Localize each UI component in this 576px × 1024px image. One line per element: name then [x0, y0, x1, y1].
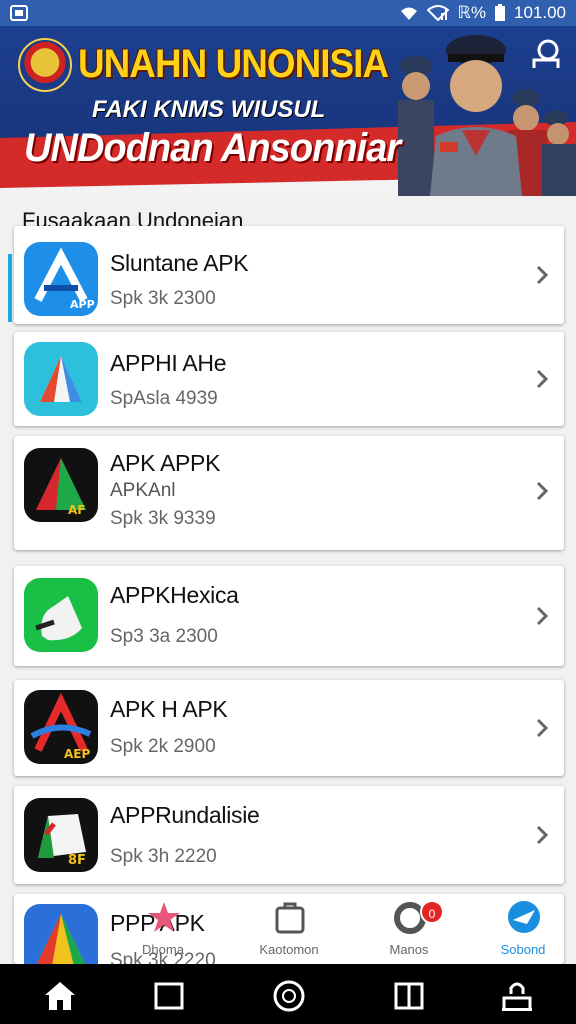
wifi-strength-icon: [427, 5, 450, 21]
notification-icon: [10, 5, 28, 21]
tab-dhoma[interactable]: Dhoma: [108, 900, 218, 960]
tab-label: Sobond: [500, 942, 546, 957]
chevron-right-icon: [536, 718, 549, 738]
chevron-right-icon: [536, 369, 549, 389]
svg-text:AF: AF: [68, 503, 85, 517]
star-icon: [148, 902, 180, 932]
emblem-logo: [18, 38, 72, 92]
lock-icon[interactable]: [500, 980, 534, 1012]
recent-apps-icon[interactable]: [152, 980, 186, 1012]
tab-sobond[interactable]: Sobond: [468, 900, 576, 960]
apk-a-teal-icon: [24, 342, 98, 416]
list-item[interactable]: APPHI AHe SpAsla 4939: [14, 332, 564, 426]
status-bar: ℝ% 101.00: [0, 0, 576, 26]
chevron-right-icon: [536, 265, 549, 285]
app-meta: Spk 3k 2300: [110, 288, 216, 309]
status-icons: ℝ% 101.00: [399, 3, 566, 23]
app-name: APPKHexica: [110, 582, 239, 608]
tab-label: Kaotomon: [259, 942, 319, 957]
list-item[interactable]: AF APK APPK APKAnl Spk 3k 9339: [14, 436, 564, 550]
tab-label: Dhoma: [142, 942, 184, 957]
app-meta: Spk 3h 2220: [110, 846, 217, 867]
app-meta: SpAsla 4939: [110, 388, 218, 409]
chevron-right-icon: [536, 606, 549, 626]
apk-dark-green-icon: 8F: [24, 798, 98, 872]
wifi-icon: [401, 7, 418, 20]
tab-kaotomon[interactable]: Kaotomon: [234, 900, 344, 960]
banner-subtitle: FAKI KNMS WIUSUL: [92, 96, 326, 123]
app-name: APPRundalisie: [110, 802, 260, 828]
apk-a-red-icon: AEP: [24, 690, 98, 764]
list-item[interactable]: 8F APPRundalisie Spk 3h 2220: [14, 786, 564, 884]
app-meta: Sp3 3a 2300: [110, 626, 218, 647]
banner-slogan: UNDodnan Ansonniar: [24, 126, 401, 170]
chevron-right-icon: [536, 825, 549, 845]
banner-title: UNAHN UNONISIA: [78, 42, 389, 86]
assistant-icon[interactable]: [272, 980, 306, 1012]
signal-text: ℝ%: [457, 3, 486, 22]
notification-badge: 0: [420, 900, 444, 924]
tab-label: Manos: [389, 942, 429, 957]
plane-icon: [508, 901, 540, 933]
app-name: APPHI AHe: [110, 350, 227, 376]
promo-banner[interactable]: UNAHN UNONISIA FAKI KNMS WIUSUL UNDodnan…: [0, 26, 576, 196]
chevron-right-icon: [536, 481, 549, 501]
search-icon[interactable]: [528, 38, 562, 72]
apk-a-dark-icon: AF: [24, 448, 98, 522]
svg-text:AEP: AEP: [64, 747, 90, 761]
home-icon[interactable]: [43, 980, 77, 1012]
book-icon[interactable]: [392, 980, 426, 1012]
app-meta: Spk 3k 9339: [110, 508, 216, 529]
apk-a-blue-icon: APP: [24, 242, 98, 316]
battery-icon: [495, 4, 505, 21]
app-name: APK H APK: [110, 696, 228, 722]
apk-green-icon: [24, 578, 98, 652]
apk-a-rainbow-icon: [24, 904, 98, 964]
selected-indicator: [8, 254, 12, 322]
bag-icon: [275, 902, 305, 934]
app-name: Sluntane APK: [110, 250, 249, 276]
app-name: APK APPK: [110, 450, 221, 476]
app-meta: Spk 2k 2900: [110, 736, 216, 757]
svg-text:APP: APP: [70, 298, 95, 311]
svg-text:8F: 8F: [68, 853, 86, 868]
system-nav-bar: [0, 964, 576, 1024]
list-item[interactable]: AEP APK H APK Spk 2k 2900: [14, 680, 564, 776]
clock: 101.00: [514, 3, 566, 22]
tab-manos[interactable]: 0 Manos: [354, 900, 464, 960]
list-item[interactable]: APP Sluntane APK Spk 3k 2300: [8, 226, 564, 324]
app-subtitle: APKAnl: [110, 480, 176, 501]
list-item[interactable]: APPKHexica Sp3 3a 2300: [14, 566, 564, 666]
